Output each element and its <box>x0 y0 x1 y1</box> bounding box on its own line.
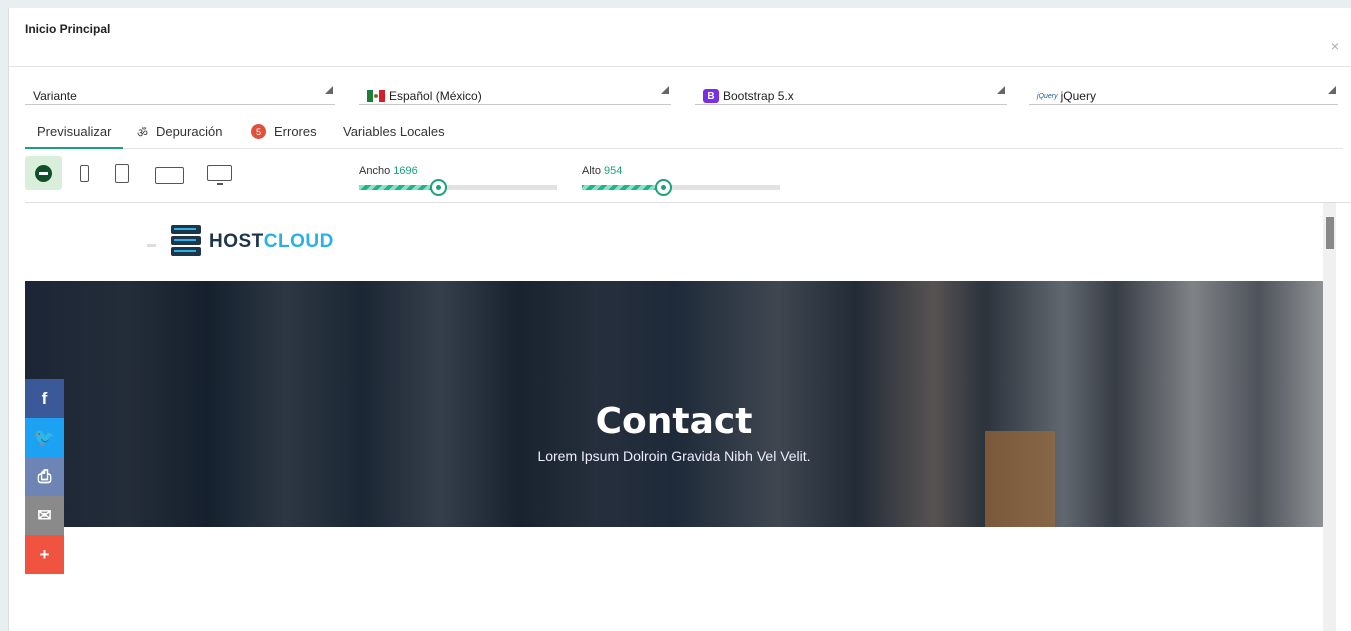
variant-select-value: Variante <box>33 89 77 103</box>
tab-errors[interactable]: 5 Errores <box>251 124 317 149</box>
social-share-bar: f 🐦 ⎙ ✉ + <box>25 379 64 574</box>
dropdown-arrow-icon <box>661 86 669 94</box>
tab-preview-label: Previsualizar <box>37 124 112 139</box>
height-slider[interactable] <box>582 179 780 196</box>
jquery-icon: jQuery <box>1037 92 1058 100</box>
tab-errors-label: Errores <box>274 124 317 139</box>
tab-local-variables[interactable]: Variables Locales <box>343 124 445 149</box>
language-select-value: Español (México) <box>389 89 482 103</box>
email-share-icon[interactable]: ✉ <box>25 496 64 535</box>
device-auto-button[interactable] <box>25 156 62 190</box>
tab-preview[interactable]: Previsualizar <box>25 124 123 149</box>
library-select[interactable]: jQuery jQuery <box>1029 82 1338 105</box>
dialog-title: Inicio Principal <box>25 22 111 36</box>
menu-toggle-icon[interactable] <box>147 244 156 247</box>
bootstrap-icon: B <box>703 89 719 103</box>
mexico-flag-icon <box>367 90 385 102</box>
height-slider-label: Alto 954 <box>582 165 623 177</box>
hero-banner: Contact Lorem Ipsum Dolroin Gravida Nibh… <box>25 281 1323 574</box>
logo-text-host: HOST <box>209 230 264 252</box>
hero-title: Contact <box>595 401 753 442</box>
hostcloud-logo[interactable]: HOSTCLOUD <box>171 225 334 258</box>
laptop-device-icon[interactable] <box>155 167 184 184</box>
width-slider-label: Ancho 1696 <box>359 165 418 177</box>
server-stack-icon <box>171 225 201 258</box>
variant-select[interactable]: Variante <box>25 82 335 105</box>
height-slider-handle[interactable] <box>655 179 672 196</box>
scrollbar-thumb[interactable] <box>1326 217 1334 249</box>
preview-scrollbar[interactable] <box>1323 203 1336 631</box>
logo-text-cloud: CLOUD <box>263 230 334 252</box>
dropdown-arrow-icon <box>325 86 333 94</box>
preview-toolbar: Ancho 1696 Alto 954 <box>25 156 1351 202</box>
tab-bar: Previsualizar ॐ Depuración 5 Errores Var… <box>25 124 1343 149</box>
language-select[interactable]: Español (México) <box>359 82 671 105</box>
share-share-icon[interactable]: + <box>25 535 64 574</box>
minus-circle-icon <box>35 165 52 182</box>
bug-icon: ॐ <box>137 126 148 140</box>
desktop-device-icon[interactable] <box>207 165 232 181</box>
width-slider[interactable] <box>359 179 557 196</box>
phone-device-icon[interactable] <box>80 165 89 182</box>
hero-subtitle: Lorem Ipsum Dolroin Gravida Nibh Vel Vel… <box>537 448 811 464</box>
desktop-stand <box>217 183 223 185</box>
tab-local-variables-label: Variables Locales <box>343 124 445 139</box>
dropdown-arrow-icon <box>1328 86 1336 94</box>
dropdown-arrow-icon <box>997 86 1005 94</box>
errors-count-badge: 5 <box>251 124 266 139</box>
tab-debug[interactable]: ॐ Depuración <box>137 124 222 149</box>
framework-select[interactable]: B Bootstrap 5.x <box>695 82 1007 105</box>
width-slider-fill <box>359 185 434 190</box>
height-slider-fill <box>582 185 659 190</box>
framework-select-value: Bootstrap 5.x <box>723 89 794 103</box>
library-select-value: jQuery <box>1060 89 1096 103</box>
tablet-device-icon[interactable] <box>115 164 129 183</box>
tab-debug-label: Depuración <box>155 124 223 139</box>
close-icon[interactable]: × <box>1331 38 1339 54</box>
print-share-icon[interactable]: ⎙ <box>25 457 64 496</box>
preview-frame[interactable]: HOSTCLOUD Contact Lorem Ipsum Dolroin Gr… <box>25 203 1337 631</box>
facebook-share-icon[interactable]: f <box>25 379 64 418</box>
dialog: Inicio Principal × Variante Español (Méx… <box>8 8 1351 631</box>
twitter-share-icon[interactable]: 🐦 <box>25 418 64 457</box>
divider <box>9 66 1351 67</box>
width-slider-handle[interactable] <box>430 179 447 196</box>
